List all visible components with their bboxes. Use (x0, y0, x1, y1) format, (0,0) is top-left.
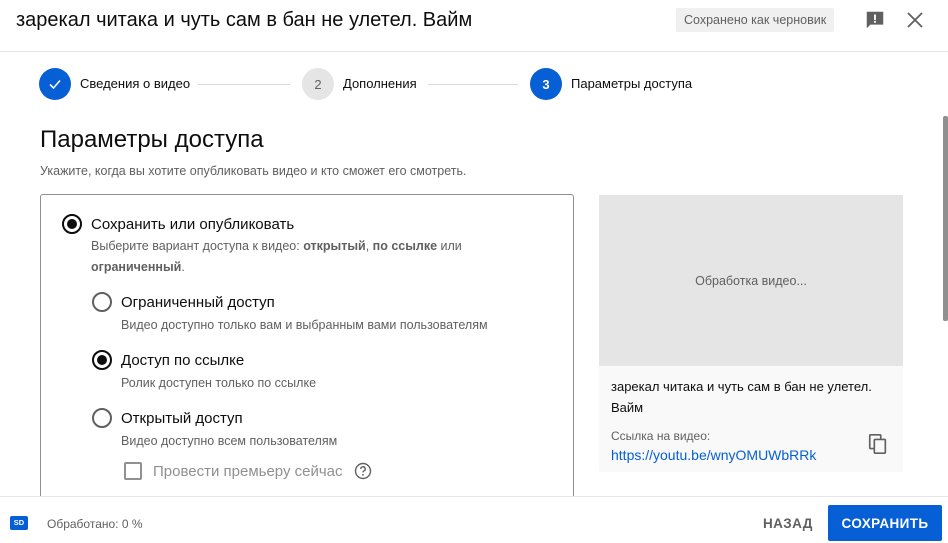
preview-video-title: зарекал читака и чуть сам в бан не улете… (611, 379, 872, 415)
processing-text: Обработка видео... (695, 273, 807, 288)
save-button[interactable]: СОХРАНИТЬ (828, 505, 942, 541)
video-link-caption: Ссылка на видео: (611, 429, 711, 443)
public-radio[interactable] (92, 408, 112, 428)
progress-stepper: Сведения о видео 2 Дополнения 3 Параметр… (0, 52, 948, 116)
step-2-label[interactable]: Дополнения (343, 76, 417, 91)
unlisted-description: Ролик доступен только по ссылке (121, 376, 317, 390)
dialog-header: зарекал читака и чуть сам в бан не улете… (0, 0, 948, 52)
scrollbar-thumb[interactable] (943, 116, 948, 321)
premiere-label: Провести премьеру сейчас (153, 463, 343, 480)
private-radio[interactable] (92, 292, 112, 312)
step-1-label[interactable]: Сведения о видео (80, 76, 190, 91)
save-publish-radio[interactable] (62, 214, 82, 234)
video-thumbnail: Обработка видео... (599, 195, 903, 366)
draft-status-badge: Сохранено как черновик (676, 8, 835, 32)
visibility-options-card: Сохранить или опубликовать Выберите вари… (40, 194, 574, 514)
private-description: Видео доступно только вам и выбранным ва… (121, 318, 488, 332)
back-button[interactable]: НАЗАД (752, 505, 824, 541)
unlisted-label: Доступ по ссылке (121, 352, 245, 369)
step-2-number[interactable]: 2 (302, 68, 334, 100)
feedback-icon[interactable] (863, 8, 887, 32)
step-1-check-icon[interactable] (39, 68, 71, 100)
save-publish-description: Выберите вариант доступа к видео: открыт… (91, 239, 462, 253)
copy-icon[interactable] (865, 431, 891, 457)
help-icon[interactable] (354, 462, 372, 480)
step-3-label[interactable]: Параметры доступа (571, 76, 692, 91)
page-subtitle: Укажите, когда вы хотите опубликовать ви… (40, 164, 467, 178)
video-link[interactable]: https://youtu.be/wnyOMUWbRRk (611, 447, 816, 463)
processing-status: Обработано: 0 % (47, 517, 143, 531)
page-title: Параметры доступа (40, 126, 264, 153)
step-connector (198, 84, 290, 85)
private-label: Ограниченный доступ (121, 294, 275, 311)
dialog-title: зарекал читака и чуть сам в бан не улете… (16, 9, 473, 31)
save-publish-description-cont: ограниченный. (91, 260, 185, 274)
dialog-footer: SD Обработано: 0 % НАЗАД СОХРАНИТЬ (0, 496, 948, 543)
close-icon[interactable] (903, 8, 927, 32)
video-preview-card: Обработка видео... зарекал читака и чуть… (599, 195, 903, 472)
public-label: Открытый доступ (121, 410, 243, 427)
save-publish-label: Сохранить или опубликовать (91, 216, 295, 233)
step-connector (428, 84, 518, 85)
premiere-checkbox[interactable] (124, 462, 142, 480)
sd-quality-badge: SD (10, 516, 28, 530)
unlisted-radio[interactable] (92, 350, 112, 370)
step-3-number[interactable]: 3 (530, 68, 562, 100)
public-description: Видео доступно всем пользователям (121, 434, 338, 448)
